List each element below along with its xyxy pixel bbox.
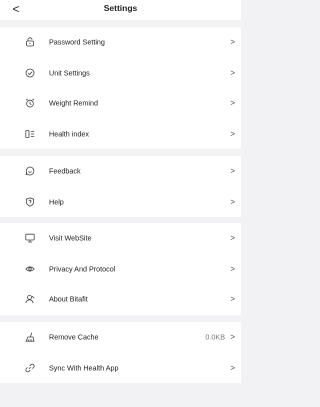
check-circle-icon bbox=[25, 68, 35, 78]
page-title: Settings bbox=[103, 3, 138, 13]
broom-icon bbox=[25, 332, 35, 342]
chevron-right-icon: > bbox=[230, 363, 235, 373]
chevron-right-icon: > bbox=[230, 98, 235, 108]
cache-size-value: 0.0KB bbox=[205, 332, 225, 342]
alarm-clock-icon bbox=[25, 98, 35, 108]
smile-bubble-icon bbox=[25, 166, 35, 176]
row-label: Remove Cache bbox=[49, 332, 99, 342]
chevron-right-icon: > bbox=[230, 264, 235, 274]
chevron-right-icon: > bbox=[230, 37, 235, 47]
row-unit-settings[interactable]: Unit Settings > bbox=[0, 58, 241, 89]
row-label: About Bitafit bbox=[49, 294, 88, 304]
row-label: Help bbox=[49, 197, 64, 207]
chevron-right-icon: > bbox=[230, 166, 235, 176]
row-label: Sync With Health App bbox=[49, 363, 119, 373]
row-label: Visit WebSite bbox=[49, 233, 92, 243]
row-label: Feedback bbox=[49, 166, 81, 176]
chevron-right-icon: > bbox=[230, 68, 235, 78]
header-bar: < Settings bbox=[0, 0, 241, 20]
row-about-bitafit[interactable]: About Bitafit > bbox=[0, 284, 241, 315]
row-sync-health-app[interactable]: Sync With Health App > bbox=[0, 353, 241, 384]
row-health-index[interactable]: Health index > bbox=[0, 119, 241, 150]
chevron-right-icon: > bbox=[230, 233, 235, 243]
row-feedback[interactable]: Feedback > bbox=[0, 156, 241, 187]
row-remove-cache[interactable]: Remove Cache 0.0KB > bbox=[0, 322, 241, 353]
row-help[interactable]: Help > bbox=[0, 187, 241, 218]
monitor-icon bbox=[25, 233, 35, 243]
settings-group-account: Password Setting > Unit Settings > Weigh… bbox=[0, 27, 241, 149]
list-icon bbox=[25, 129, 35, 139]
row-weight-remind[interactable]: Weight Remind > bbox=[0, 88, 241, 119]
chevron-right-icon: > bbox=[230, 129, 235, 139]
chevron-right-icon: > bbox=[230, 332, 235, 342]
user-icon bbox=[25, 294, 35, 304]
lock-icon bbox=[25, 37, 35, 47]
link-icon bbox=[25, 363, 35, 373]
row-label: Unit Settings bbox=[49, 68, 90, 78]
eye-icon bbox=[25, 264, 35, 274]
chevron-right-icon: > bbox=[230, 294, 235, 304]
row-privacy-protocol[interactable]: Privacy And Protocol > bbox=[0, 254, 241, 285]
shield-question-icon bbox=[25, 197, 35, 207]
settings-group-about: Visit WebSite > Privacy And Protocol > A… bbox=[0, 223, 241, 315]
row-password-setting[interactable]: Password Setting > bbox=[0, 27, 241, 58]
settings-group-data: Remove Cache 0.0KB > Sync With Health Ap… bbox=[0, 322, 241, 383]
settings-group-support: Feedback > Help > bbox=[0, 156, 241, 217]
row-label: Health index bbox=[49, 129, 89, 139]
row-label: Password Setting bbox=[49, 37, 105, 47]
row-visit-website[interactable]: Visit WebSite > bbox=[0, 223, 241, 254]
chevron-right-icon: > bbox=[230, 197, 235, 207]
row-label: Weight Remind bbox=[49, 98, 99, 108]
row-label: Privacy And Protocol bbox=[49, 264, 116, 274]
